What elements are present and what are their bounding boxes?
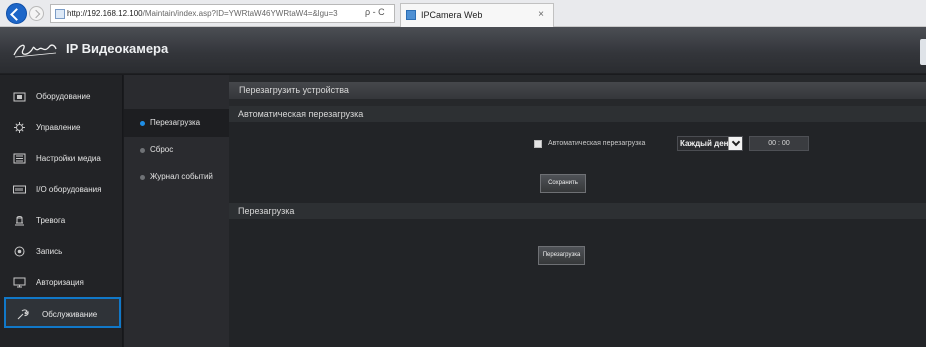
subnav-item-reset[interactable]: Сброс bbox=[124, 136, 229, 164]
sidebar-item-io[interactable]: I/O оборудования bbox=[0, 174, 123, 205]
search-refresh-icons[interactable]: ρ - C bbox=[365, 4, 385, 21]
sidebar-item-record[interactable]: Запись bbox=[0, 236, 123, 267]
forward-arrow-icon[interactable] bbox=[29, 6, 44, 21]
sidebar-item-management[interactable]: Управление bbox=[0, 112, 123, 143]
media-icon bbox=[13, 153, 26, 164]
sidebar-item-maintenance[interactable]: Обслуживание bbox=[4, 297, 121, 328]
wrench-icon bbox=[16, 309, 29, 320]
sidebar-item-label: Управление bbox=[36, 123, 81, 132]
sub-navigation: Перезагрузка Сброс Журнал событий bbox=[124, 75, 229, 347]
header-right-control[interactable] bbox=[920, 39, 926, 65]
subnav-item-label: Журнал событий bbox=[150, 172, 213, 181]
browser-tab[interactable]: IPCamera Web × bbox=[400, 3, 554, 27]
monitor-icon bbox=[13, 277, 26, 288]
time-minutes[interactable]: 00 bbox=[782, 140, 790, 147]
time-separator: : bbox=[778, 140, 780, 147]
sidebar-item-label: Авторизация bbox=[36, 278, 84, 287]
brand-signature-logo bbox=[12, 39, 58, 61]
subnav-item-label: Перезагрузка bbox=[150, 118, 201, 127]
sidebar-item-media-settings[interactable]: Настройки медиа bbox=[0, 143, 123, 174]
time-hours[interactable]: 00 bbox=[768, 140, 776, 147]
sidebar-item-label: Запись bbox=[36, 247, 63, 256]
sidebar-item-label: Тревога bbox=[36, 216, 66, 225]
sidebar-item-authorization[interactable]: Авторизация bbox=[0, 267, 123, 298]
sidebar-item-label: I/O оборудования bbox=[36, 185, 102, 194]
app-header: IP Видеокамера bbox=[0, 27, 926, 74]
panel-title: Перезагрузить устройства bbox=[229, 82, 926, 99]
chevron-down-icon[interactable] bbox=[728, 137, 742, 150]
subnav-item-reboot[interactable]: Перезагрузка bbox=[124, 109, 229, 137]
reboot-section-header: Перезагрузка bbox=[229, 203, 926, 219]
sidebar-item-label: Настройки медиа bbox=[36, 154, 101, 163]
camera-tab-icon bbox=[406, 10, 416, 20]
url-host: http://192.168.12.100 bbox=[67, 9, 143, 18]
alarm-icon bbox=[13, 215, 26, 226]
reboot-button[interactable]: Перезагрузка bbox=[538, 246, 585, 265]
auto-reboot-checkbox[interactable] bbox=[534, 140, 542, 148]
bullet-icon bbox=[140, 121, 145, 126]
record-icon bbox=[13, 246, 26, 257]
browser-toolbar: http://192.168.12.100/Maintain/index.asp… bbox=[0, 0, 926, 27]
auto-reboot-section-header: Автоматическая перезагрузка bbox=[229, 106, 926, 122]
subnav-item-event-log[interactable]: Журнал событий bbox=[124, 163, 229, 191]
reboot-section-body bbox=[229, 219, 926, 347]
sidebar-item-alarm[interactable]: Тревога bbox=[0, 205, 123, 236]
subnav-item-label: Сброс bbox=[150, 145, 174, 154]
address-bar[interactable]: http://192.168.12.100/Maintain/index.asp… bbox=[50, 4, 395, 23]
camera-icon bbox=[13, 91, 26, 102]
back-arrow-icon[interactable] bbox=[6, 3, 27, 24]
sidebar-item-label: Оборудование bbox=[36, 92, 91, 101]
io-port-icon bbox=[13, 184, 26, 195]
time-input[interactable]: 00 : 00 bbox=[749, 136, 809, 151]
main-content: Перезагрузить устройства Автоматическая … bbox=[229, 75, 926, 347]
schedule-value: Каждый день bbox=[680, 139, 734, 148]
save-button[interactable]: Сохранить bbox=[540, 174, 586, 193]
sidebar: Оборудование Управление Настройки медиа … bbox=[0, 75, 123, 347]
bullet-icon bbox=[140, 175, 145, 180]
bullet-icon bbox=[140, 148, 145, 153]
app-title: IP Видеокамера bbox=[66, 41, 169, 56]
tab-title: IPCamera Web bbox=[421, 10, 483, 20]
gear-icon bbox=[13, 122, 26, 133]
auto-reboot-checkbox-label: Автоматическая перезагрузка bbox=[548, 140, 646, 147]
schedule-select[interactable]: Каждый день bbox=[677, 136, 743, 151]
url-path: /Maintain/index.asp?ID=YWRtaW46YWRtaW4=&… bbox=[142, 9, 338, 18]
sidebar-item-label: Обслуживание bbox=[42, 310, 98, 319]
tab-close-icon[interactable]: × bbox=[538, 4, 544, 26]
sidebar-item-equipment[interactable]: Оборудование bbox=[0, 81, 123, 112]
page-icon bbox=[55, 9, 65, 19]
